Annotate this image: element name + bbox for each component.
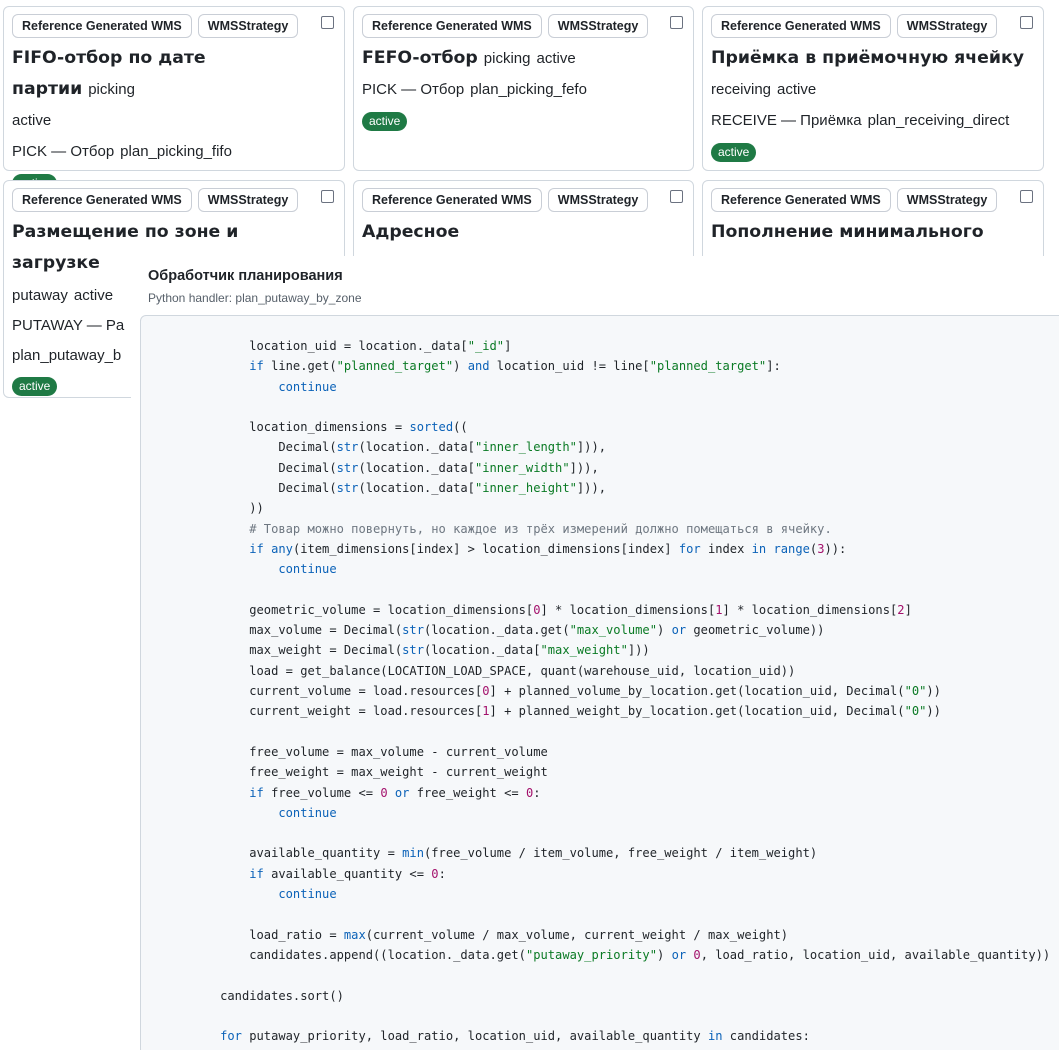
select-checkbox[interactable] <box>1020 190 1033 203</box>
model-chip[interactable]: WMSStrategy <box>896 188 998 212</box>
source-chip[interactable]: Reference Generated WMS <box>12 188 192 212</box>
strategy-status: active <box>777 81 817 98</box>
model-chip[interactable]: WMSStrategy <box>896 14 998 38</box>
operation-type: PICK — Отбор <box>362 81 465 98</box>
handler-name: plan_receiving_direct <box>867 112 1010 129</box>
model-chip[interactable]: WMSStrategy <box>197 14 299 38</box>
strategy-status: active <box>73 287 114 304</box>
strategy-status: active <box>536 50 576 67</box>
strategy-type: picking <box>483 50 531 67</box>
source-chip[interactable]: Reference Generated WMS <box>12 14 192 38</box>
strategy-type: receiving <box>711 81 772 98</box>
select-checkbox[interactable] <box>321 190 334 203</box>
select-checkbox[interactable] <box>670 190 683 203</box>
strategy-card[interactable]: Reference Generated WMS WMSStrategy FIFO… <box>3 6 345 193</box>
model-chip[interactable]: WMSStrategy <box>197 188 299 212</box>
select-checkbox[interactable] <box>1020 16 1033 29</box>
select-checkbox[interactable] <box>670 16 683 29</box>
model-chip[interactable]: WMSStrategy <box>547 188 649 212</box>
handler-name: plan_picking_fifo <box>120 143 232 160</box>
strategy-card[interactable]: Reference Generated WMS WMSStrategy FEFO… <box>353 6 694 171</box>
strategy-status: active <box>12 112 52 129</box>
operation-type: RECEIVE — Приёмка <box>711 112 862 129</box>
source-chip[interactable]: Reference Generated WMS <box>711 188 891 212</box>
card-title: FEFO-отбор <box>362 48 478 68</box>
handler-name: plan_putaway_b <box>12 347 122 364</box>
select-checkbox[interactable] <box>321 16 334 29</box>
operation-type: PICK — Отбор <box>12 143 115 160</box>
source-chip[interactable]: Reference Generated WMS <box>362 14 542 38</box>
status-badge: active <box>711 142 757 162</box>
model-chip[interactable]: WMSStrategy <box>547 14 649 38</box>
code-text: location_uid = location._data["_id"] if … <box>191 339 1051 1044</box>
card-title: Пополнение минимального <box>711 222 984 242</box>
source-chip[interactable]: Reference Generated WMS <box>711 14 891 38</box>
handler-name: plan_picking_fefo <box>470 81 587 98</box>
status-badge: active <box>12 376 58 396</box>
handler-popover: Обработчик планирования Python handler: … <box>131 256 1059 1050</box>
status-badge: active <box>362 111 408 131</box>
popover-title: Обработчик планирования <box>148 268 343 284</box>
strategy-card[interactable]: Reference Generated WMS WMSStrategy Приё… <box>702 6 1044 171</box>
source-chip[interactable]: Reference Generated WMS <box>362 188 542 212</box>
strategy-type: putaway <box>12 287 68 304</box>
popover-subtitle: Python handler: plan_putaway_by_zone <box>148 291 362 305</box>
operation-type: PUTAWAY — Pa <box>12 317 125 334</box>
card-title: Приёмка в приёмочную ячейку <box>711 48 1024 68</box>
strategy-type: picking <box>88 81 135 98</box>
code-block[interactable]: location_uid = location._data["_id"] if … <box>140 315 1059 1050</box>
